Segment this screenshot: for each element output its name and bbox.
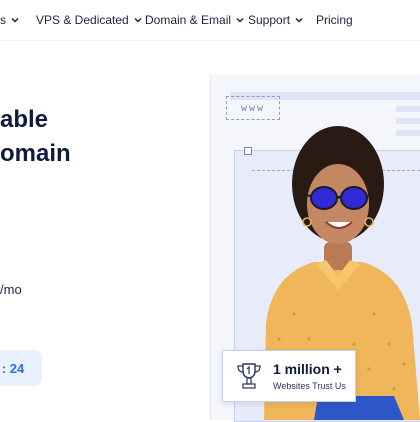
chevron-down-icon — [236, 17, 244, 23]
nav-item-pricing[interactable]: Pricing — [316, 13, 353, 27]
nav-item-support[interactable]: Support — [248, 13, 304, 27]
nav-item-label: Pricing — [316, 13, 353, 27]
trust-badge-card: 1 million + Websites Trust Us — [222, 350, 356, 402]
trust-headline: 1 million + — [273, 361, 342, 377]
trophy-icon — [237, 363, 261, 389]
frame-handle — [244, 147, 252, 155]
price-unit: /mo — [0, 282, 22, 297]
nav-item-label: s — [0, 13, 6, 27]
chevron-down-icon — [295, 17, 303, 23]
promo-timer: : 24 — [0, 350, 42, 386]
nav-item-label: VPS & Dedicated — [36, 13, 129, 27]
nav-item-domain-email[interactable]: Domain & Email — [145, 13, 245, 27]
nav-item-vps-dedicated[interactable]: VPS & Dedicated — [36, 13, 143, 27]
timer-value: : 24 — [1, 360, 25, 376]
nav-item-label: Domain & Email — [145, 13, 232, 27]
top-nav: s VPS & Dedicated Domain & Email Support… — [0, 0, 420, 41]
nav-item-partial[interactable]: s — [0, 13, 20, 27]
chevron-down-icon — [11, 17, 19, 23]
hero-heading-line-2: omain — [0, 140, 71, 167]
trust-subtext: Websites Trust Us — [273, 381, 346, 391]
chevron-down-icon — [134, 17, 142, 23]
hero-heading-line-1: able — [0, 106, 49, 133]
nav-item-label: Support — [248, 13, 291, 27]
